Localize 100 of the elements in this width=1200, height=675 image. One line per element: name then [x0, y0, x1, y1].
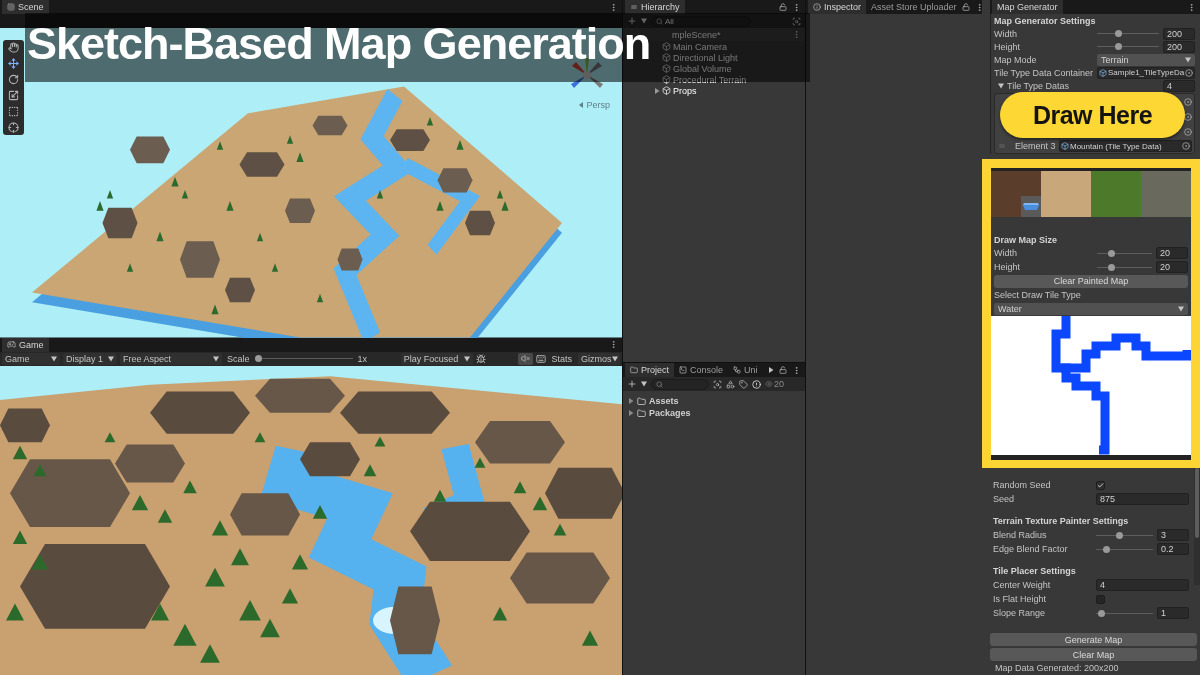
number-field[interactable]: 3 [1157, 529, 1189, 541]
dropdown[interactable]: Gizmos [578, 352, 620, 365]
checkbox[interactable] [1096, 480, 1105, 490]
slider-thumb[interactable] [1115, 43, 1123, 50]
vertical-dots-icon[interactable] [609, 340, 618, 349]
foldout-label[interactable]: Tile Type Datas [1007, 80, 1070, 91]
number-field[interactable]: 200 [1163, 40, 1195, 53]
vertical-dots-icon[interactable] [1187, 2, 1196, 12]
alert-icon[interactable] [752, 379, 761, 389]
panel-tab[interactable]: Asset Store Uploader [866, 0, 962, 14]
slider-thumb[interactable] [1107, 249, 1115, 257]
number-field[interactable]: 875 [1096, 493, 1189, 505]
texture-swatch[interactable] [1041, 171, 1091, 217]
folder-icon [630, 366, 638, 374]
lock-icon[interactable] [779, 3, 787, 11]
folder-name[interactable]: Packages [649, 408, 691, 418]
panel-tab[interactable]: Project [625, 363, 674, 377]
search-field[interactable] [651, 378, 709, 390]
count-field[interactable]: 4 [1163, 79, 1195, 92]
visibility-toggle[interactable]: 20 [765, 378, 784, 390]
hierarchy-item[interactable]: Global Volume [673, 63, 732, 74]
scrollbar[interactable] [1194, 468, 1200, 585]
stats-button[interactable]: Stats [548, 352, 575, 365]
transform-icon[interactable] [8, 122, 19, 133]
tag-icon[interactable] [739, 379, 748, 389]
number-field[interactable]: 200 [1163, 27, 1195, 40]
panel-button[interactable]: Clear Painted Map [994, 274, 1188, 288]
caret-down-icon [611, 355, 618, 362]
hand-icon[interactable] [8, 42, 19, 53]
texture-swatch[interactable] [1141, 171, 1191, 217]
lock-icon[interactable] [961, 3, 970, 11]
texture-swatch[interactable] [991, 171, 1041, 217]
drawing-canvas[interactable] [991, 316, 1191, 455]
dropdown[interactable]: Game [2, 352, 60, 365]
scale-label: Scale [226, 353, 251, 364]
move-icon[interactable] [8, 58, 19, 69]
vertical-dots-icon[interactable] [792, 30, 801, 39]
scene-search-icon[interactable] [792, 16, 801, 26]
number-field[interactable]: 4 [1096, 579, 1189, 591]
vertical-dots-icon[interactable] [609, 2, 618, 12]
slider-thumb[interactable] [1102, 545, 1110, 553]
number-field[interactable]: 20 [1156, 247, 1188, 259]
lock-icon[interactable] [779, 366, 787, 374]
cube-icon [662, 53, 671, 62]
checkbox[interactable] [1096, 594, 1105, 604]
folder-icon [637, 396, 646, 406]
dropdown[interactable]: Free Aspect [120, 352, 222, 365]
bug-icon[interactable] [475, 353, 486, 364]
field-label: Edge Blend Factor [993, 544, 1069, 554]
panel-tab[interactable]: Scene [2, 0, 49, 14]
caret-right-icon [768, 367, 774, 373]
slider-thumb[interactable] [1115, 531, 1123, 539]
filter-search-icon[interactable] [713, 379, 722, 389]
keyboard-icon[interactable] [535, 353, 546, 364]
field-label: Width [994, 248, 1018, 258]
rect-tool-icon[interactable] [8, 106, 19, 117]
texture-swatch[interactable] [1091, 171, 1141, 217]
hierarchy-item[interactable]: Main Camera [673, 41, 728, 52]
slider-thumb[interactable] [1107, 263, 1115, 271]
number-field[interactable]: 20 [1156, 261, 1188, 273]
number-field[interactable]: 1 [1157, 607, 1189, 619]
panel-tab[interactable]: Console [674, 363, 729, 377]
mute-toggle[interactable] [517, 352, 533, 365]
hierarchy-item[interactable]: Procedural Terrain [673, 74, 747, 85]
panel-tab[interactable]: Hierarchy [625, 0, 685, 14]
dropdown[interactable]: Water [994, 303, 1188, 315]
slider-thumb[interactable] [254, 355, 262, 362]
info-icon [813, 3, 821, 11]
search-icon [656, 17, 663, 25]
vertical-dots-icon[interactable] [792, 365, 801, 375]
plus-icon[interactable] [627, 379, 637, 389]
slider-thumb[interactable] [1115, 30, 1123, 37]
object-picker-icon[interactable] [1185, 68, 1194, 77]
dropdown[interactable]: Terrain [1097, 53, 1195, 66]
panel-tab[interactable]: Inspector [808, 0, 867, 14]
object-field[interactable]: Sample1_TileTypeDa [1097, 66, 1196, 79]
shapes-icon[interactable] [726, 379, 735, 389]
rotate-icon[interactable] [8, 74, 19, 85]
folder-name[interactable]: Assets [649, 396, 679, 406]
panel-tab[interactable]: Map Generator [992, 0, 1063, 14]
speaker-muted-icon [520, 354, 530, 363]
vertical-dots-icon[interactable] [792, 2, 801, 12]
hierarchy-item[interactable]: Props [673, 85, 697, 96]
dropdown[interactable]: Display 1 [63, 352, 117, 365]
cube-icon [1061, 142, 1069, 150]
field-label: Height [994, 262, 1021, 272]
scale-icon[interactable] [8, 90, 19, 101]
panel-tab[interactable]: Uni [728, 363, 763, 377]
hierarchy-item[interactable]: Directional Light [673, 52, 738, 63]
panel-button[interactable]: Clear Map [990, 648, 1197, 661]
object-field[interactable]: Mountain (Tile Type Data) [1059, 140, 1192, 152]
search-field[interactable]: All [651, 15, 751, 27]
number-field[interactable]: 0.2 [1157, 543, 1189, 555]
dropdown[interactable]: Play Focused [400, 352, 473, 365]
field-label: Map Mode [994, 54, 1038, 65]
scale-value: 1x [356, 353, 369, 364]
scrollbar-thumb[interactable] [1195, 468, 1199, 538]
slider-thumb[interactable] [1098, 609, 1105, 617]
slider-track[interactable] [254, 355, 353, 362]
panel-button[interactable]: Generate Map [990, 633, 1197, 646]
